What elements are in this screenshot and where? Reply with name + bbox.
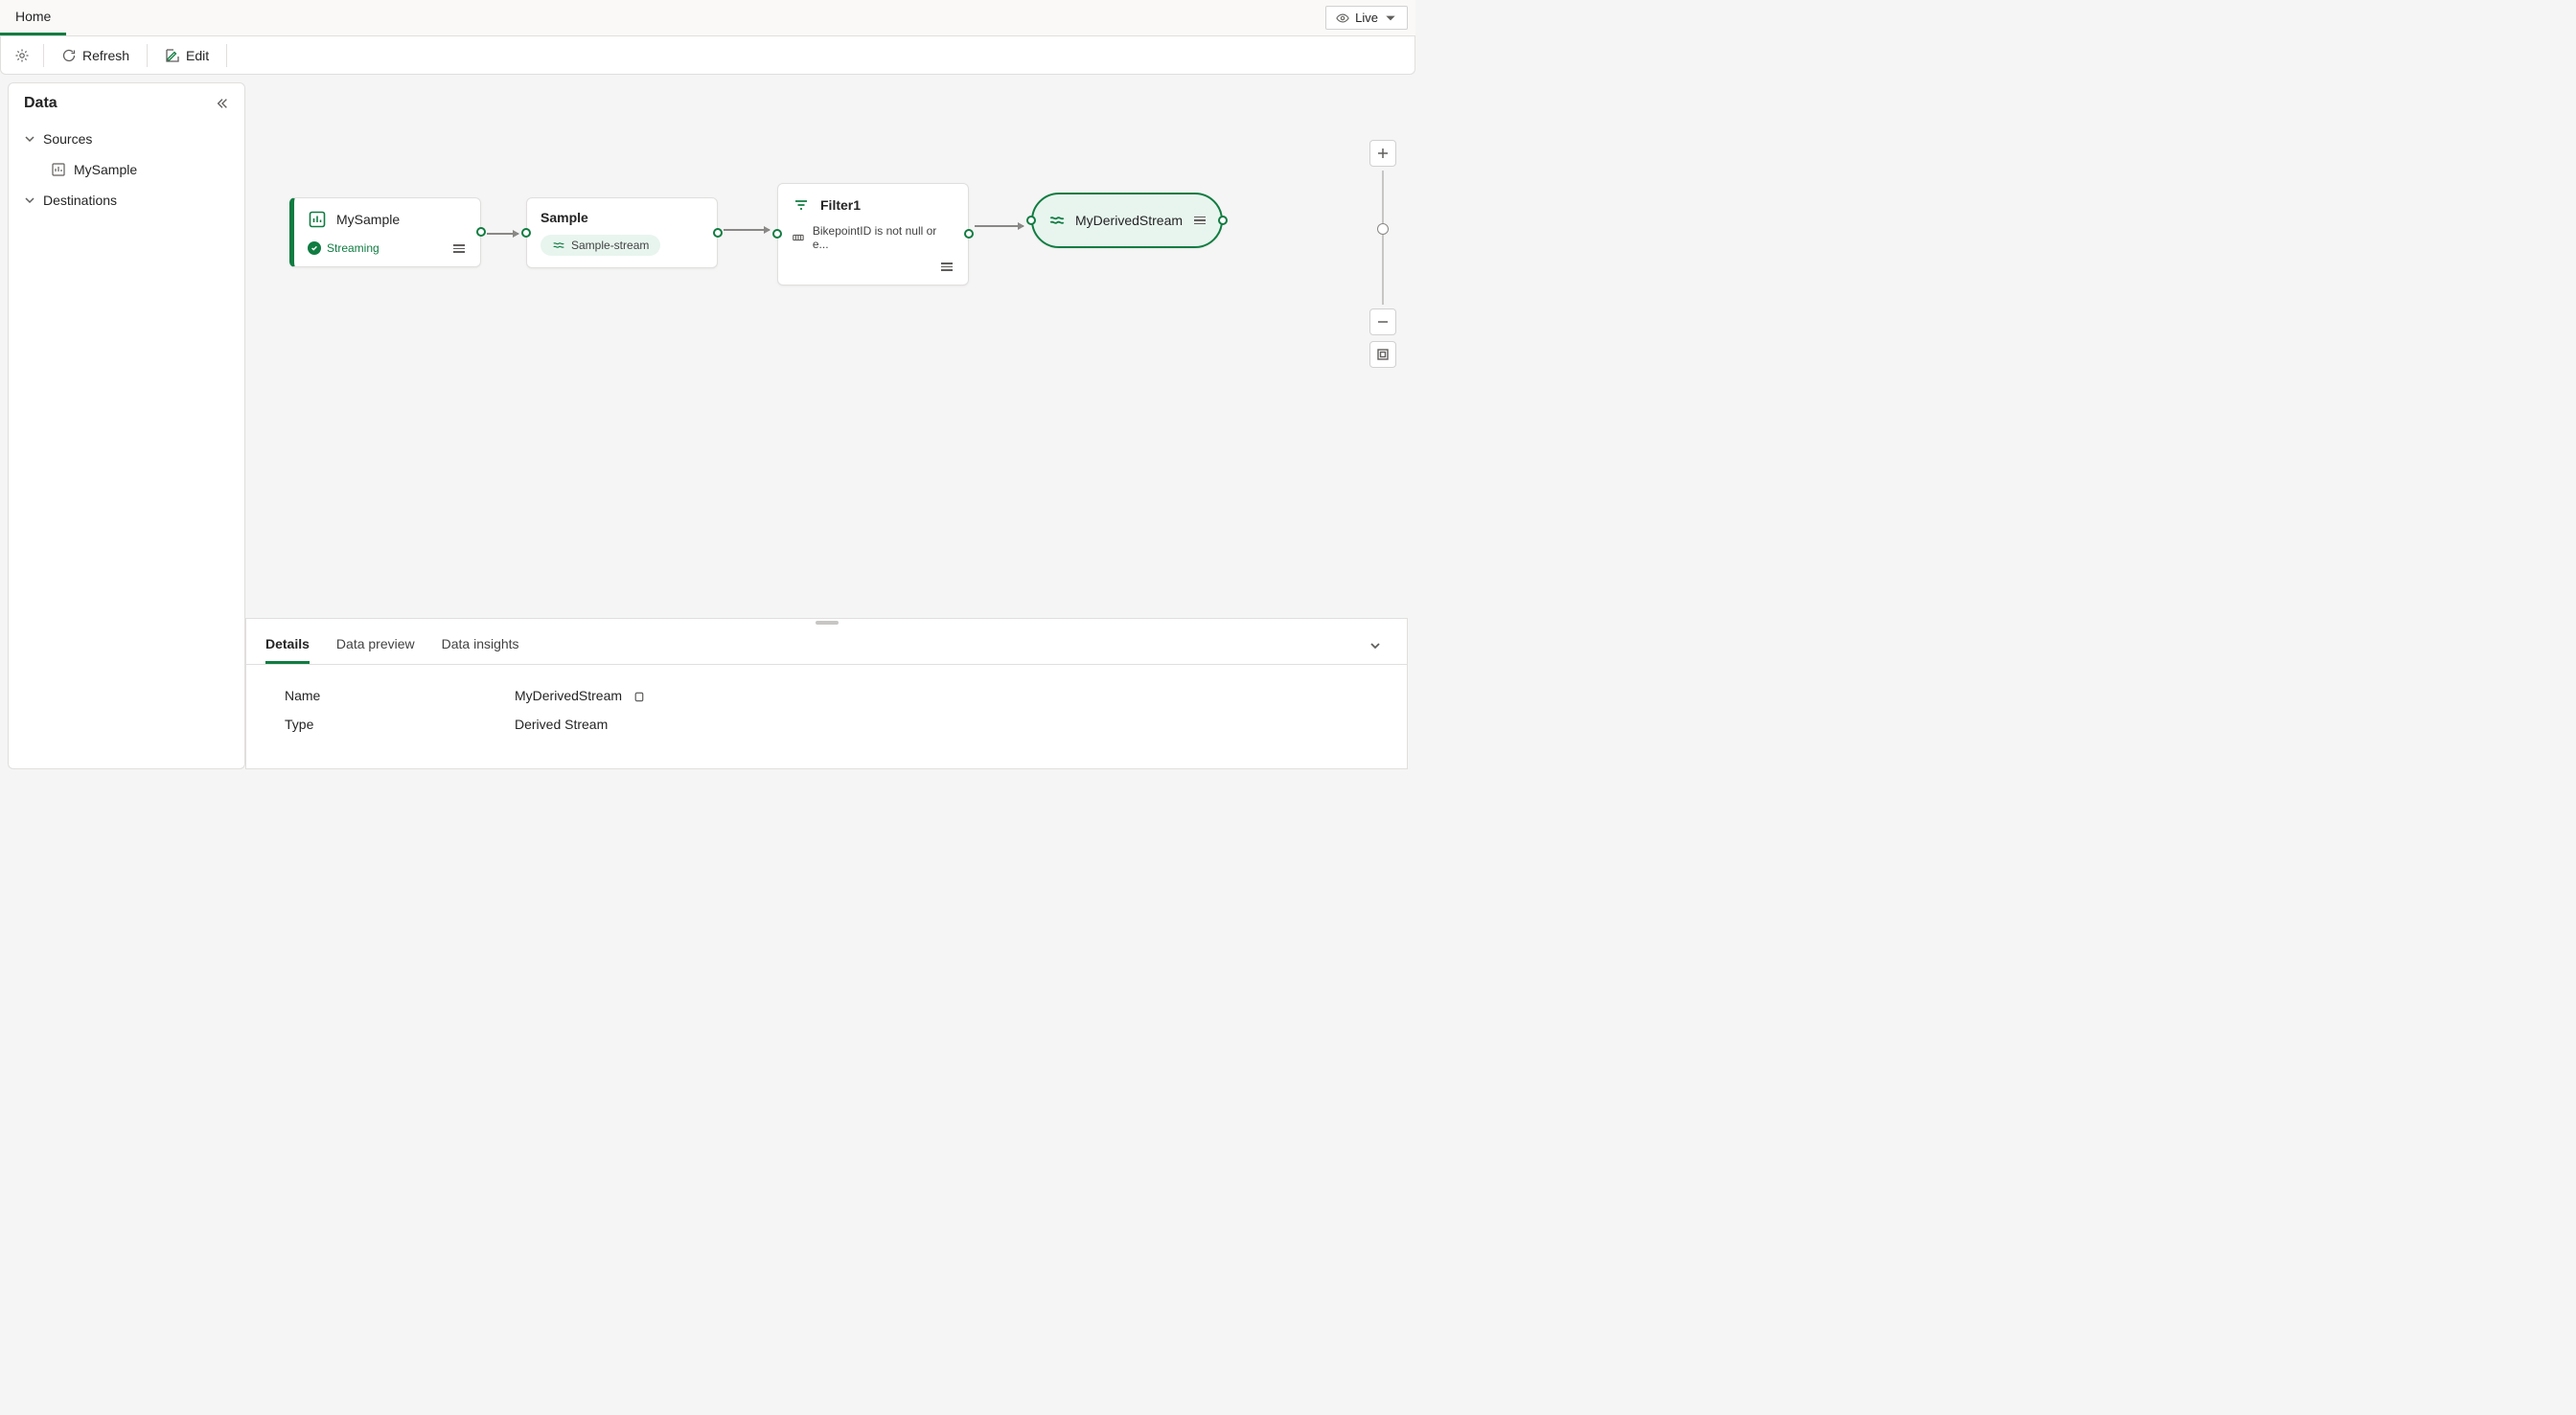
- node-derived-stream[interactable]: MyDerivedStream: [1031, 193, 1223, 248]
- collapse-panel-button[interactable]: [1363, 633, 1388, 658]
- pill-label: Sample-stream: [571, 239, 649, 252]
- fit-to-screen-button[interactable]: [1369, 341, 1396, 368]
- detail-label: Type: [285, 717, 515, 732]
- panel-body: Name MyDerivedStream Type Derived Stream: [246, 665, 1407, 768]
- tree-item-label: MySample: [74, 162, 137, 177]
- copy-button[interactable]: [632, 689, 646, 703]
- stream-icon: [1048, 212, 1066, 229]
- edit-label: Edit: [186, 48, 209, 63]
- node-filter[interactable]: Filter1 BikepointID is not null or e...: [777, 183, 969, 285]
- tab-label: Data preview: [336, 636, 415, 651]
- node-menu-button[interactable]: [1194, 217, 1206, 225]
- edit-icon: [165, 48, 180, 63]
- filter-expression: BikepointID is not null or e...: [813, 224, 954, 251]
- node-title: MyDerivedStream: [1075, 213, 1183, 228]
- minus-icon: [1376, 315, 1390, 329]
- input-port[interactable]: [772, 229, 782, 239]
- tab-data-insights[interactable]: Data insights: [442, 627, 519, 664]
- panel-tabs: Details Data preview Data insights: [246, 627, 1407, 665]
- tree-destinations-label: Destinations: [43, 193, 117, 208]
- node-menu-button[interactable]: [449, 240, 469, 257]
- chevron-down-icon: [24, 133, 35, 145]
- chevron-down-icon: [1384, 11, 1397, 25]
- tree-sources[interactable]: Sources: [9, 124, 244, 154]
- check-circle-icon: [308, 241, 321, 255]
- refresh-button[interactable]: Refresh: [52, 42, 139, 69]
- eye-icon: [1336, 11, 1349, 25]
- collapse-panel-button[interactable]: [216, 97, 229, 110]
- filter-icon: [792, 195, 811, 215]
- zoom-thumb[interactable]: [1377, 223, 1389, 235]
- detail-row-name: Name MyDerivedStream: [285, 688, 1368, 703]
- chart-box-icon: [308, 210, 327, 229]
- node-status: Streaming: [308, 241, 380, 255]
- refresh-label: Refresh: [82, 48, 129, 63]
- output-port[interactable]: [1218, 216, 1228, 225]
- node-title: Sample: [540, 210, 588, 225]
- sample-stream-pill[interactable]: Sample-stream: [540, 235, 660, 256]
- tab-group: Home: [0, 0, 66, 35]
- flow-canvas[interactable]: MySample Streaming Sample: [245, 82, 1408, 618]
- detail-value: Derived Stream: [515, 717, 608, 732]
- node-sample[interactable]: Sample Sample-stream: [526, 197, 718, 268]
- tree-sources-label: Sources: [43, 131, 92, 147]
- settings-button[interactable]: [9, 42, 35, 69]
- main-layout: Data Sources MySample Destinations: [0, 75, 1415, 777]
- side-panel-title: Data: [24, 95, 58, 112]
- live-mode-button[interactable]: Live: [1325, 6, 1408, 30]
- panel-resize-handle[interactable]: [246, 619, 1407, 627]
- zoom-in-button[interactable]: [1369, 140, 1396, 167]
- zoom-slider[interactable]: [1382, 171, 1384, 305]
- connector: [975, 225, 1024, 227]
- toolbar-separator: [226, 44, 227, 67]
- zoom-out-button[interactable]: [1369, 308, 1396, 335]
- canvas-wrap: MySample Streaming Sample: [245, 82, 1408, 769]
- node-menu-button[interactable]: [937, 259, 956, 275]
- output-port[interactable]: [964, 229, 974, 239]
- status-label: Streaming: [327, 241, 380, 255]
- edit-button[interactable]: Edit: [155, 42, 218, 69]
- tab-home-label: Home: [15, 9, 51, 24]
- plus-icon: [1376, 147, 1390, 160]
- fit-screen-icon: [1376, 348, 1390, 361]
- chart-box-icon: [51, 162, 66, 177]
- node-title: Filter1: [820, 197, 861, 213]
- toolbar: Refresh Edit: [0, 36, 1415, 75]
- tree-destinations[interactable]: Destinations: [9, 185, 244, 216]
- chevron-double-left-icon: [216, 97, 229, 110]
- input-port[interactable]: [521, 228, 531, 238]
- refresh-icon: [61, 48, 77, 63]
- chevron-down-icon: [1368, 639, 1382, 652]
- connector: [724, 229, 770, 231]
- detail-label: Name: [285, 688, 515, 703]
- tab-label: Details: [265, 636, 310, 651]
- tab-details[interactable]: Details: [265, 627, 310, 664]
- connector: [487, 233, 518, 235]
- toolbar-separator: [43, 44, 44, 67]
- gear-icon: [14, 48, 30, 63]
- side-panel-header: Data: [9, 95, 244, 124]
- input-port[interactable]: [1026, 216, 1036, 225]
- tab-label: Data insights: [442, 636, 519, 651]
- live-label: Live: [1355, 11, 1378, 25]
- output-port[interactable]: [476, 227, 486, 237]
- column-icon: [792, 231, 805, 244]
- detail-row-type: Type Derived Stream: [285, 717, 1368, 732]
- chevron-down-icon: [24, 194, 35, 206]
- tab-home[interactable]: Home: [0, 0, 66, 35]
- data-side-panel: Data Sources MySample Destinations: [8, 82, 245, 769]
- top-tab-bar: Home Live: [0, 0, 1415, 36]
- node-mysample-source[interactable]: MySample Streaming: [289, 197, 481, 267]
- toolbar-separator: [147, 44, 148, 67]
- bottom-panel: Details Data preview Data insights Name …: [245, 618, 1408, 769]
- detail-value: MyDerivedStream: [515, 688, 622, 703]
- node-title: MySample: [336, 212, 400, 227]
- tree-item-mysample[interactable]: MySample: [9, 154, 244, 185]
- tab-data-preview[interactable]: Data preview: [336, 627, 415, 664]
- output-port[interactable]: [713, 228, 723, 238]
- copy-icon: [632, 689, 646, 703]
- stream-icon: [552, 239, 565, 252]
- zoom-controls: [1369, 140, 1396, 368]
